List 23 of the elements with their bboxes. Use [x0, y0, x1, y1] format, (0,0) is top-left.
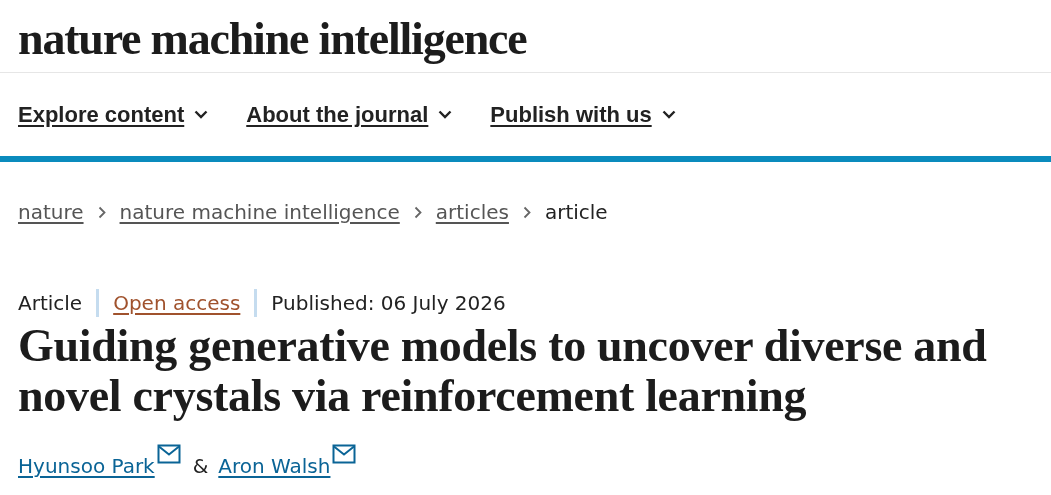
chevron-down-icon [661, 110, 676, 119]
published-date: Published: 06 July 2026 [254, 289, 520, 317]
mail-icon[interactable] [156, 444, 181, 464]
article-type: Article [18, 290, 84, 317]
mail-icon[interactable] [332, 444, 357, 464]
site-logo[interactable]: nature machine intelligence [18, 11, 527, 65]
nav-menu-link[interactable]: Publish with us [490, 101, 676, 128]
article-title: Guiding generative models to uncover diverse and novel crystals via reinforcement learning [17, 321, 988, 421]
open-access-link[interactable]: Open access [96, 289, 255, 317]
author-link[interactable]: Aron Walsh [218, 454, 331, 478]
chevron-right-icon [413, 205, 422, 219]
nav-menu-link[interactable]: Explore content [18, 101, 209, 128]
chevron-down-icon [194, 110, 209, 119]
chevron-down-icon [438, 110, 453, 119]
breadcrumb-link[interactable]: nature [18, 200, 84, 224]
chevron-right-icon [522, 205, 531, 219]
current-page-label: article [544, 200, 608, 224]
nav-menu-link[interactable]: About the journal [246, 101, 453, 128]
author-link[interactable]: Hyunsoo Park [18, 454, 155, 478]
breadcrumb-link[interactable]: articles [435, 200, 509, 224]
chevron-right-icon [97, 205, 106, 219]
author-separator: & [192, 454, 209, 478]
breadcrumb-link[interactable]: nature machine intelligence [119, 200, 400, 224]
